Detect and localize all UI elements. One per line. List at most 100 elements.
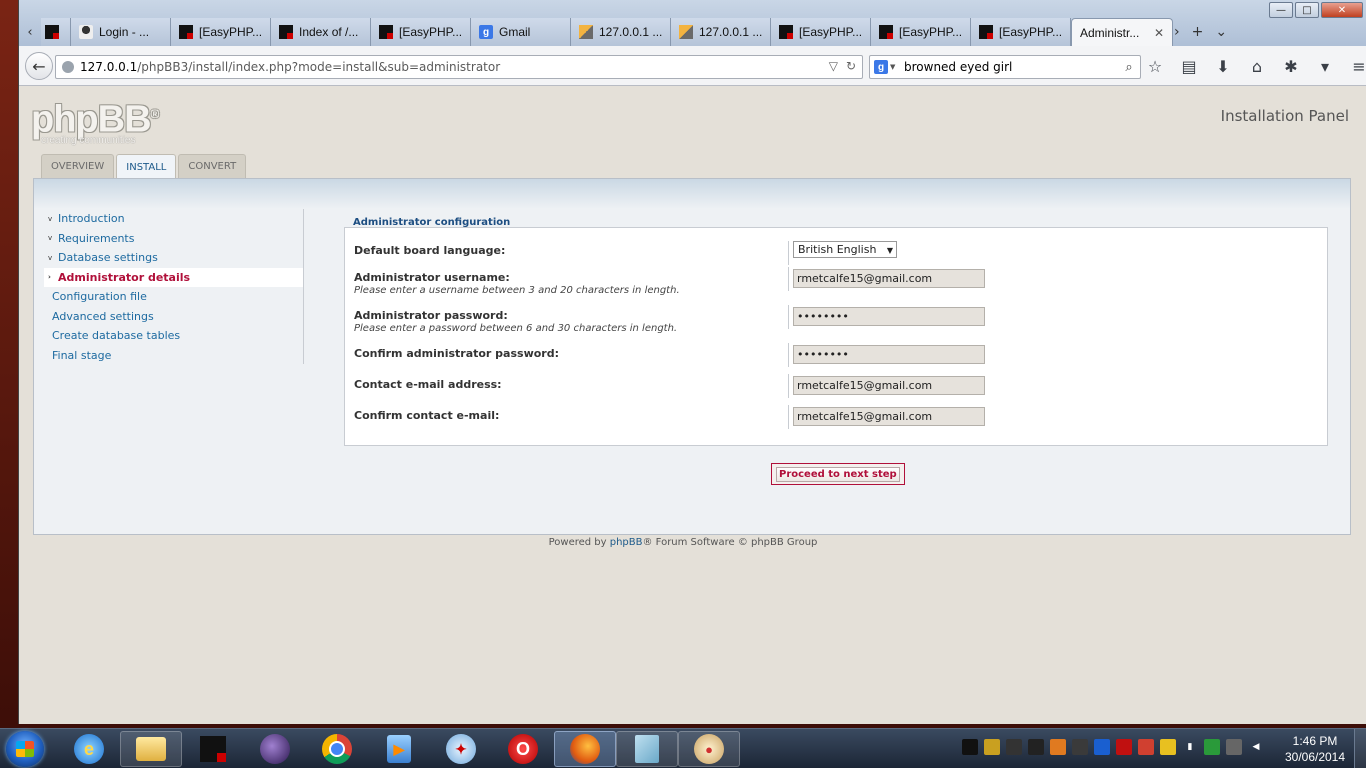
new-tab-icon[interactable]: + bbox=[1192, 24, 1204, 40]
tab-easyphp-4[interactable]: [EasyPHP... bbox=[871, 18, 971, 46]
tab-partial[interactable] bbox=[41, 18, 71, 46]
start-button[interactable] bbox=[6, 731, 44, 767]
proceed-next-step-button[interactable]: Proceed to next step bbox=[771, 463, 905, 485]
search-input[interactable] bbox=[898, 60, 1118, 74]
tab-phpmyadmin-2[interactable]: 127.0.0.1 ... bbox=[671, 18, 771, 46]
acrobat-icon[interactable] bbox=[1116, 739, 1132, 755]
step-requirements[interactable]: v Requirements bbox=[44, 229, 303, 249]
tab-administrator-active[interactable]: Administr... ✕ bbox=[1071, 18, 1173, 46]
admin-password-confirm-input[interactable] bbox=[793, 345, 985, 364]
clock[interactable]: 1:46 PM 30/06/2014 bbox=[1282, 733, 1348, 765]
tab-easyphp-3[interactable]: [EasyPHP... bbox=[771, 18, 871, 46]
downloads-icon[interactable]: ⬇ bbox=[1213, 55, 1233, 77]
step-introduction[interactable]: v Introduction bbox=[44, 209, 303, 229]
step-create-database-tables: Create database tables bbox=[44, 326, 303, 346]
easyphp-icon bbox=[879, 25, 893, 39]
admin-username-input[interactable] bbox=[793, 269, 985, 288]
panel-title: Installation Panel bbox=[1220, 107, 1349, 125]
url-bar[interactable]: 127.0.0.1/phpBB3/install/index.php?mode=… bbox=[55, 55, 863, 79]
media-player-icon: ▶ bbox=[387, 735, 411, 763]
logo-text: phpBB® bbox=[31, 95, 171, 139]
volume-icon[interactable]: ◀ bbox=[1248, 739, 1264, 755]
app-tray-icon-4[interactable] bbox=[1072, 739, 1088, 755]
search-engine-selector[interactable]: g ▼ bbox=[870, 56, 898, 78]
search-icon[interactable]: ⌕ bbox=[1118, 60, 1140, 75]
reload-icon[interactable]: ↻ bbox=[846, 59, 856, 73]
phpbb-link[interactable]: phpBB bbox=[610, 537, 643, 548]
taskbar-opera[interactable]: O bbox=[492, 731, 554, 767]
tab-scroll-right-icon[interactable]: › bbox=[1174, 24, 1180, 40]
tab-overview[interactable]: OVERVIEW bbox=[41, 154, 115, 178]
taskbar-eclipse[interactable] bbox=[244, 731, 306, 767]
toolbar-buttons: ☆ ▤ ⬇ ⌂ ✱ ▾ ≡ bbox=[1145, 55, 1366, 77]
signal-bars-icon[interactable]: ▮ bbox=[1182, 739, 1198, 755]
taskbar-paint[interactable]: ● bbox=[678, 731, 740, 767]
phpbb-logo[interactable]: phpBB® creating communities bbox=[31, 95, 171, 146]
reading-list-icon[interactable]: ▤ bbox=[1179, 55, 1199, 77]
tab-phpmyadmin-1[interactable]: 127.0.0.1 ... bbox=[571, 18, 671, 46]
close-tab-icon[interactable]: ✕ bbox=[1154, 26, 1164, 40]
tab-convert[interactable]: CONVERT bbox=[178, 154, 247, 178]
bluetooth-icon[interactable] bbox=[1094, 739, 1110, 755]
tab-easyphp-1[interactable]: [EasyPHP... bbox=[171, 18, 271, 46]
network-status-icon[interactable] bbox=[1204, 739, 1220, 755]
admin-password-input[interactable] bbox=[793, 307, 985, 326]
action-center-flag-icon[interactable] bbox=[1160, 739, 1176, 755]
hamburger-menu-icon[interactable]: ≡ bbox=[1349, 55, 1366, 77]
footer-suffix: ® Forum Software © phpBB Group bbox=[642, 537, 818, 548]
network-tray-icon[interactable] bbox=[984, 739, 1000, 755]
tab-scroll-left-icon[interactable]: ‹ bbox=[19, 18, 41, 46]
taskbar-notepad[interactable] bbox=[616, 731, 678, 767]
tab-easyphp-2[interactable]: [EasyPHP... bbox=[371, 18, 471, 46]
app-tray-icon-3[interactable] bbox=[1050, 739, 1066, 755]
url-dropdown-icon[interactable]: ▽ bbox=[829, 59, 838, 73]
tab-index-of[interactable]: Index of /... bbox=[271, 18, 371, 46]
taskbar-safari[interactable]: ✦ bbox=[430, 731, 492, 767]
close-window-button[interactable]: ✕ bbox=[1321, 2, 1363, 18]
addon-icon[interactable]: ✱ bbox=[1281, 55, 1301, 77]
row-email-confirm: Confirm contact e-mail: bbox=[354, 405, 1318, 429]
page-content: phpBB® creating communities Installation… bbox=[19, 87, 1366, 724]
tab-easyphp-5[interactable]: [EasyPHP... bbox=[971, 18, 1071, 46]
maximize-button[interactable]: □ bbox=[1295, 2, 1319, 18]
tab-install[interactable]: INSTALL bbox=[116, 154, 177, 179]
step-label: Database settings bbox=[58, 251, 158, 265]
minimize-button[interactable]: — bbox=[1269, 2, 1293, 18]
app-tray-icon-2[interactable] bbox=[1028, 739, 1044, 755]
easyphp-tray-icon[interactable] bbox=[962, 739, 978, 755]
bookmark-star-icon[interactable]: ☆ bbox=[1145, 55, 1165, 77]
step-label: Introduction bbox=[58, 212, 125, 226]
addon-menu-icon[interactable]: ▾ bbox=[1315, 55, 1335, 77]
url-bar-icons: ▽ ↻ bbox=[829, 59, 856, 73]
tab-login[interactable]: Login - ... bbox=[71, 18, 171, 46]
tab-label: [EasyPHP... bbox=[999, 25, 1062, 39]
email-input-cell bbox=[788, 374, 985, 398]
taskbar-file-explorer[interactable] bbox=[120, 731, 182, 767]
language-select[interactable]: British English ▼ bbox=[793, 241, 897, 258]
show-desktop-button[interactable] bbox=[1354, 729, 1366, 768]
app-tray-icon[interactable] bbox=[1006, 739, 1022, 755]
home-icon[interactable]: ⌂ bbox=[1247, 55, 1267, 77]
tab-label: [EasyPHP... bbox=[199, 25, 262, 39]
tab-gmail[interactable]: g Gmail bbox=[471, 18, 571, 46]
app-tray-icon-5[interactable] bbox=[1138, 739, 1154, 755]
password-input-cell bbox=[788, 305, 985, 329]
firefox-icon bbox=[570, 734, 600, 764]
taskbar-firefox[interactable] bbox=[554, 731, 616, 767]
language-input-cell: British English ▼ bbox=[788, 241, 897, 265]
taskbar-easyphp[interactable] bbox=[182, 731, 244, 767]
browser-window: — □ ✕ ‹ Login - ... [EasyPHP... Index of… bbox=[18, 0, 1366, 724]
power-icon[interactable] bbox=[1226, 739, 1242, 755]
navigation-bar: ← 127.0.0.1/phpBB3/install/index.php?mod… bbox=[19, 46, 1366, 86]
contact-email-input[interactable] bbox=[793, 376, 985, 395]
taskbar-chrome[interactable] bbox=[306, 731, 368, 767]
list-all-tabs-icon[interactable]: ⌄ bbox=[1215, 24, 1227, 40]
taskbar-media-player[interactable]: ▶ bbox=[368, 731, 430, 767]
arrow-right-icon: › bbox=[48, 273, 51, 282]
taskbar-internet-explorer[interactable]: e bbox=[58, 731, 120, 767]
row-language: Default board language: British English … bbox=[354, 241, 1318, 265]
back-button[interactable]: ← bbox=[25, 52, 53, 80]
contact-email-confirm-input[interactable] bbox=[793, 407, 985, 426]
tab-tools: › + ⌄ bbox=[1174, 18, 1227, 46]
step-database-settings[interactable]: v Database settings bbox=[44, 248, 303, 268]
